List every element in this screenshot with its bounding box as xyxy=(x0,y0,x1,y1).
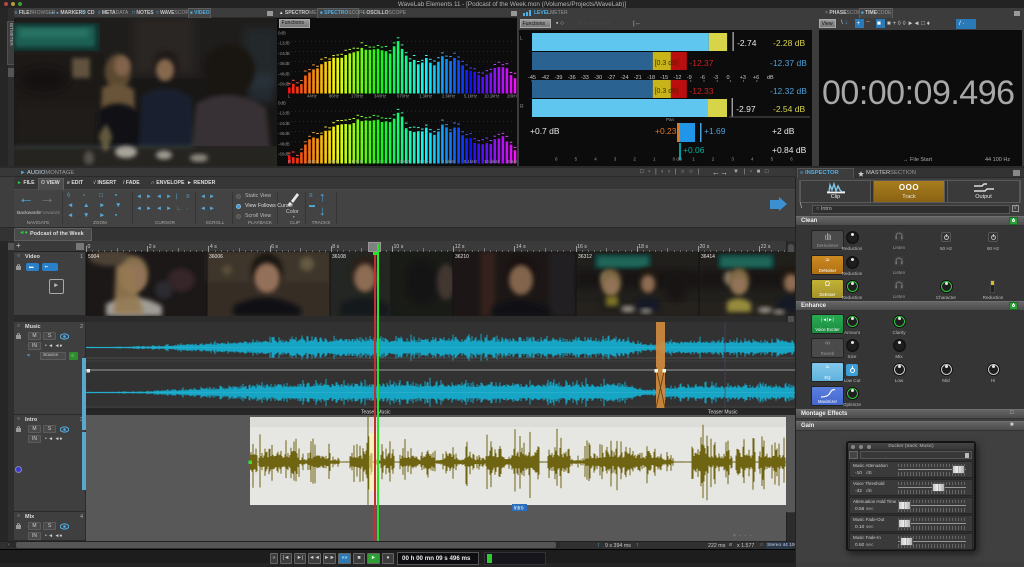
svg-text:340Hz: 340Hz xyxy=(374,94,386,99)
svg-text:L: L xyxy=(520,36,523,42)
svg-text:[0.3 dB]: [0.3 dB] xyxy=(655,88,679,95)
svg-text:-12.37: -12.37 xyxy=(689,58,713,68)
svg-text:-36dB: -36dB xyxy=(278,131,290,136)
svg-text:-12.33: -12.33 xyxy=(689,86,713,96)
svg-text:20kHz: 20kHz xyxy=(507,159,517,164)
svg-text:10.1kHz: 10.1kHz xyxy=(484,94,499,99)
svg-text:5904: 5904 xyxy=(88,254,99,260)
svg-text:-12.37 dB: -12.37 dB xyxy=(770,58,807,68)
svg-text:-2.74: -2.74 xyxy=(737,38,757,48)
svg-text:44Hz: 44Hz xyxy=(307,94,317,99)
svg-text:+0.06: +0.06 xyxy=(683,145,705,155)
svg-text:340Hz: 340Hz xyxy=(374,159,386,164)
svg-text:-2.28 dB: -2.28 dB xyxy=(773,38,805,48)
svg-text:-24dB: -24dB xyxy=(278,51,290,56)
svg-text:+1.69: +1.69 xyxy=(704,126,726,136)
svg-text:+0.7 dB: +0.7 dB xyxy=(530,126,560,136)
svg-text:170Hz: 170Hz xyxy=(351,94,363,99)
svg-text:5.1kHz: 5.1kHz xyxy=(464,159,477,164)
svg-text:36006: 36006 xyxy=(209,254,223,260)
svg-text:2.6kHz: 2.6kHz xyxy=(442,159,455,164)
svg-text:R: R xyxy=(520,104,524,110)
svg-text:dB: dB xyxy=(767,75,774,81)
svg-text:+2 dB: +2 dB xyxy=(772,126,795,136)
svg-text:86Hz: 86Hz xyxy=(329,94,339,99)
svg-text:-12dB: -12dB xyxy=(278,111,290,116)
svg-text:-36dB: -36dB xyxy=(278,61,290,66)
svg-text:1.3kHz: 1.3kHz xyxy=(419,94,432,99)
svg-text:10.1kHz: 10.1kHz xyxy=(484,159,499,164)
svg-text:-24dB: -24dB xyxy=(278,121,290,126)
svg-text:+0.84 dB: +0.84 dB xyxy=(772,145,807,155)
svg-text:5.1kHz: 5.1kHz xyxy=(464,94,477,99)
svg-text:0: 0 xyxy=(727,75,730,81)
svg-text:0 dB: 0 dB xyxy=(673,157,682,162)
svg-text:-2.97: -2.97 xyxy=(736,104,756,114)
svg-text:20kHz: 20kHz xyxy=(507,94,517,99)
svg-text:Pan: Pan xyxy=(666,117,675,122)
svg-text:36108: 36108 xyxy=(332,254,346,260)
svg-text:-2.54 dB: -2.54 dB xyxy=(773,104,805,114)
svg-text:R: R xyxy=(288,159,291,164)
svg-text:86Hz: 86Hz xyxy=(329,159,339,164)
svg-text:-48dB: -48dB xyxy=(278,141,290,146)
svg-text:[0.3 dB]: [0.3 dB] xyxy=(655,60,679,67)
svg-text:670Hz: 670Hz xyxy=(397,159,409,164)
svg-text:44Hz: 44Hz xyxy=(307,159,317,164)
svg-text:36312: 36312 xyxy=(578,254,592,260)
svg-text:-48dB: -48dB xyxy=(278,71,290,76)
svg-text:36210: 36210 xyxy=(455,254,469,260)
svg-text:670Hz: 670Hz xyxy=(397,94,409,99)
svg-text:-12dB: -12dB xyxy=(278,41,290,46)
svg-text:-12.32 dB: -12.32 dB xyxy=(770,86,807,96)
svg-text:0dB: 0dB xyxy=(278,31,286,36)
svg-text:1.3kHz: 1.3kHz xyxy=(419,159,432,164)
svg-text:+3: +3 xyxy=(740,75,746,81)
svg-text:+0.23: +0.23 xyxy=(655,126,677,136)
svg-text:36414: 36414 xyxy=(701,254,715,260)
svg-text:2.6kHz: 2.6kHz xyxy=(442,94,455,99)
svg-text:Intro: Intro xyxy=(514,506,524,512)
svg-text:170Hz: 170Hz xyxy=(351,159,363,164)
svg-text:0dB: 0dB xyxy=(278,101,286,106)
svg-text:+6: +6 xyxy=(753,75,759,81)
